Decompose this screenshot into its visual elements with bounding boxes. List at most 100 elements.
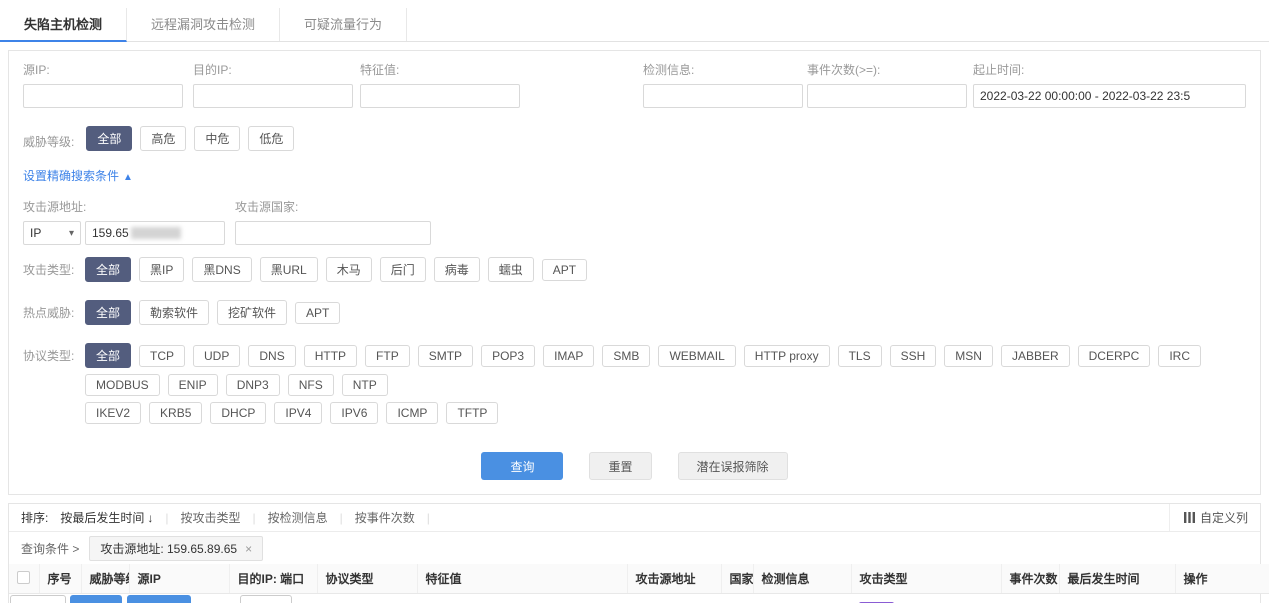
divider: | <box>253 511 256 525</box>
filter-chip[interactable]: IPV6 <box>330 402 378 424</box>
tab-compromised-host-detection[interactable]: 失陷主机检测 <box>0 8 127 42</box>
bottom-button-stub[interactable] <box>127 595 191 603</box>
filter-chip[interactable]: TFTP <box>446 402 498 424</box>
header-actions: 操作 <box>1175 564 1269 594</box>
filter-chip[interactable]: JABBER <box>1001 345 1070 367</box>
filter-chip[interactable]: 木马 <box>326 257 372 282</box>
address-type-select[interactable]: IP ▾ <box>23 221 81 245</box>
filter-chip[interactable]: NFS <box>288 374 334 396</box>
protocol-type-row: 协议类型: 全部TCPUDPDNSHTTPFTPSMTPPOP3IMAPSMBW… <box>23 343 1246 430</box>
event-count-label: 事件次数(>=): <box>807 61 973 78</box>
filter-chip[interactable]: SMB <box>602 345 650 367</box>
cell-protocol: HTTP <box>317 594 417 603</box>
filter-chip[interactable]: 黑DNS <box>192 257 251 282</box>
filter-chip[interactable]: SMTP <box>418 345 473 367</box>
protocol-line-2: IKEV2 KRB5 DHCP IPV4 IPV6 ICMP TFTP <box>85 402 1246 430</box>
header-attack-type: 攻击类型 <box>851 564 1001 594</box>
divider: | <box>165 511 168 525</box>
filter-panel: 源IP: 目的IP: 特征值: 检测信息: 事件次数(>=): 起止时间: <box>8 50 1261 495</box>
filter-chip[interactable]: POP3 <box>481 345 535 367</box>
filter-chip[interactable]: HTTP proxy <box>744 345 830 367</box>
attack-source-ip-input[interactable]: 159.65 <box>85 221 225 245</box>
filter-chip[interactable]: IMAP <box>543 345 594 367</box>
sort-by-event-count[interactable]: 按事件次数 <box>355 509 415 526</box>
filter-chip[interactable]: 蠕虫 <box>488 257 534 282</box>
tab-suspicious-traffic[interactable]: 可疑流量行为 <box>280 8 407 41</box>
filter-chip[interactable]: MODBUS <box>85 374 160 396</box>
cell-detect-info: APT活动行为 - NSA量子... <box>753 594 851 603</box>
tab-remote-exploit-detection[interactable]: 远程漏洞攻击检测 <box>127 8 280 41</box>
filter-chip[interactable]: WEBMAIL <box>658 345 735 367</box>
reset-button[interactable]: 重置 <box>589 452 651 480</box>
filter-chip[interactable]: FTP <box>365 345 410 367</box>
filter-chip[interactable]: 全部 <box>85 300 131 325</box>
filter-chip[interactable]: 黑URL <box>260 257 318 282</box>
filter-chip[interactable]: UDP <box>193 345 240 367</box>
filter-chip[interactable]: HTTP <box>304 345 357 367</box>
filter-chip[interactable]: IPV4 <box>274 402 322 424</box>
sort-by-detect-info[interactable]: 按检测信息 <box>268 509 328 526</box>
filter-chip[interactable]: SSH <box>890 345 937 367</box>
filter-chip[interactable]: APT <box>295 302 340 324</box>
filter-chip[interactable]: IKEV2 <box>85 402 141 424</box>
query-button[interactable]: 查询 <box>481 452 563 480</box>
header-no: 序号 <box>39 564 81 594</box>
filter-chip[interactable]: 挖矿软件 <box>217 300 287 325</box>
header-attack-source: 攻击源地址 <box>627 564 721 594</box>
filter-chip[interactable]: TCP <box>139 345 185 367</box>
sort-label: 排序: <box>21 509 48 526</box>
false-positive-filter-button[interactable]: 潜在误报筛除 <box>678 452 788 480</box>
divider: | <box>340 511 343 525</box>
filter-chip[interactable]: IRC <box>1158 345 1201 367</box>
protocol-type-options: 全部 TCP UDP DNS HTTP FTP SMTP POP3 IMAP SMB WEBMAIL… <box>85 343 1246 430</box>
filter-chip[interactable]: DHCP <box>210 402 266 424</box>
filter-chip[interactable]: 全部 <box>85 343 131 368</box>
signature-input[interactable] <box>360 84 520 108</box>
cell-last-time: 2022-03-22 23:51:21 <box>1059 594 1175 603</box>
filter-chip[interactable]: 全部 <box>86 126 132 151</box>
filter-chip[interactable]: 病毒 <box>434 257 480 282</box>
filter-chip[interactable]: DNP3 <box>226 374 280 396</box>
filter-chip[interactable]: APT <box>542 259 587 281</box>
filter-chip[interactable]: DNS <box>248 345 295 367</box>
select-all-checkbox[interactable] <box>17 571 30 584</box>
detect-info-input[interactable] <box>643 84 803 108</box>
hot-threat-label: 热点威胁: <box>23 300 85 331</box>
field-event-count: 事件次数(>=): <box>807 61 973 108</box>
filter-chip[interactable]: ICMP <box>386 402 438 424</box>
dst-ip-input[interactable] <box>193 84 353 108</box>
field-detect-info: 检测信息: <box>643 61 807 108</box>
remove-condition-icon[interactable]: × <box>245 542 252 556</box>
filter-chip[interactable]: 黑IP <box>139 257 184 282</box>
filter-chip[interactable]: 勒索软件 <box>139 300 209 325</box>
filter-chip[interactable]: 高危 <box>140 126 186 151</box>
filter-chip[interactable]: NTP <box>342 374 388 396</box>
event-count-input[interactable] <box>807 84 967 108</box>
filter-chip[interactable]: 低危 <box>248 126 294 151</box>
bottom-button-stub[interactable] <box>10 595 66 603</box>
header-country: 国家 <box>721 564 753 594</box>
attack-type-label: 攻击类型: <box>23 257 85 288</box>
bottom-button-stub[interactable] <box>70 595 122 603</box>
filter-chip[interactable]: 中危 <box>194 126 240 151</box>
advanced-search-toggle[interactable]: 设置精确搜索条件▲ <box>23 167 1246 184</box>
sort-by-last-time[interactable]: 按最后发生时间↓ <box>60 509 153 526</box>
filter-chip[interactable]: KRB5 <box>149 402 202 424</box>
attack-source-address-label: 攻击源地址: <box>23 198 225 215</box>
redacted-ip-blur <box>131 227 181 239</box>
filter-chip[interactable]: MSN <box>944 345 993 367</box>
filter-chip[interactable]: DCERPC <box>1078 345 1151 367</box>
filter-chip[interactable]: 后门 <box>380 257 426 282</box>
header-src-ip: 源IP <box>129 564 229 594</box>
attack-source-country-input[interactable] <box>235 221 431 245</box>
bottom-button-stub[interactable] <box>240 595 292 603</box>
src-ip-input[interactable] <box>23 84 183 108</box>
sort-by-attack-type[interactable]: 按攻击类型 <box>180 509 240 526</box>
customize-columns-button[interactable]: 自定义列 <box>1169 504 1248 531</box>
dst-ip-label: 目的IP: <box>193 61 360 78</box>
filter-chip[interactable]: TLS <box>838 345 882 367</box>
filter-chip[interactable]: 全部 <box>85 257 131 282</box>
attack-type-options: 全部黑IP 黑DNS 黑URL 木马后门病毒蠕虫 APT <box>85 257 1246 288</box>
time-range-input[interactable] <box>973 84 1246 108</box>
filter-chip[interactable]: ENIP <box>168 374 218 396</box>
